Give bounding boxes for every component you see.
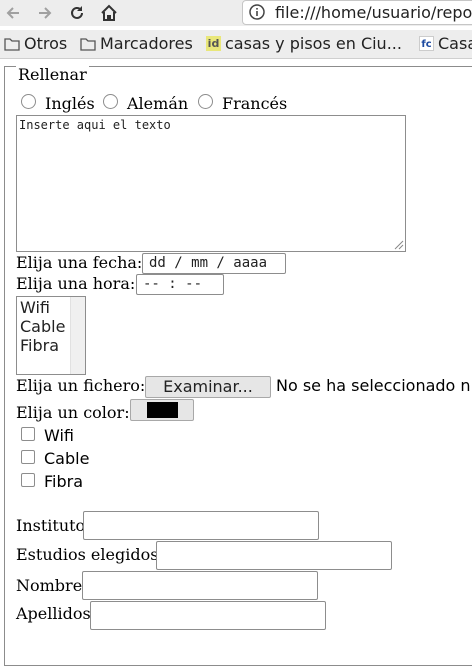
home-button[interactable]	[98, 2, 120, 24]
bookmark-casas-y-pisos[interactable]: id casas y pisos en Ciu...	[206, 34, 402, 53]
text-area-value: Inserte aqui el texto	[19, 118, 171, 132]
estudios-input[interactable]	[156, 541, 392, 570]
address-bar[interactable]: file:///home/usuario/repo	[242, 0, 472, 25]
bookmark-casa[interactable]: fc Casa	[419, 34, 472, 53]
file-status: No se ha seleccionado ni	[276, 376, 472, 395]
instituto-label: Instituto	[16, 516, 86, 535]
forward-button[interactable]	[34, 2, 56, 24]
radio-ingles[interactable]	[21, 94, 36, 109]
reload-button[interactable]	[66, 2, 88, 24]
radio-label-ingles: Inglés	[45, 94, 95, 113]
color-label: Elija un color:	[16, 403, 130, 422]
forward-arrow-icon	[39, 7, 52, 19]
connection-listbox[interactable]: Wifi Cable Fibra	[16, 296, 86, 375]
fotocasa-favicon: fc	[419, 36, 434, 51]
estudios-label: Estudios elegidos	[16, 545, 159, 564]
nombre-input[interactable]	[82, 571, 318, 600]
radio-aleman[interactable]	[103, 94, 118, 109]
radio-label-frances: Francés	[222, 94, 288, 113]
checkbox-label-cable: Cable	[44, 449, 90, 468]
color-picker[interactable]	[130, 399, 194, 421]
form-legend: Rellenar	[16, 65, 89, 84]
bookmark-marcadores[interactable]: Marcadores	[80, 34, 193, 53]
url-text: file:///home/usuario/repo	[275, 3, 472, 22]
radio-frances[interactable]	[198, 94, 213, 109]
listbox-option-wifi[interactable]: Wifi	[20, 298, 50, 317]
browser-toolbar: file:///home/usuario/repo	[0, 0, 472, 26]
time-label: Elija una hora:	[16, 274, 136, 293]
folder-icon	[4, 37, 20, 51]
file-label: Elija un fichero:	[16, 376, 146, 395]
date-input[interactable]: dd / mm / aaaa	[142, 253, 286, 274]
instituto-input[interactable]	[83, 511, 319, 540]
reload-icon	[71, 6, 83, 19]
resize-grip-icon[interactable]	[392, 238, 404, 250]
idealista-favicon: id	[206, 36, 221, 51]
folder-icon	[80, 37, 96, 51]
listbox-option-fibra[interactable]: Fibra	[20, 336, 59, 355]
back-arrow-icon	[6, 7, 19, 19]
browse-file-button[interactable]: Examinar...	[145, 376, 271, 398]
nombre-label: Nombre	[16, 576, 83, 595]
listbox-scrollbar[interactable]	[70, 297, 85, 374]
checkbox-label-wifi: Wifi	[44, 426, 74, 445]
checkbox-label-fibra: Fibra	[44, 472, 84, 491]
checkbox-wifi[interactable]	[21, 427, 35, 441]
bookmarks-bar: Otros Marcadores id casas y pisos en Ciu…	[0, 30, 472, 59]
time-input[interactable]: -- : --	[136, 274, 224, 295]
date-label: Elija una fecha:	[16, 253, 143, 272]
listbox-option-cable[interactable]: Cable	[20, 317, 65, 336]
checkbox-cable[interactable]	[21, 450, 35, 464]
color-swatch	[147, 402, 178, 418]
bookmark-otros[interactable]: Otros	[4, 34, 67, 53]
apellidos-input[interactable]	[90, 601, 326, 630]
checkbox-fibra[interactable]	[21, 473, 35, 487]
apellidos-label: Apellidos	[16, 604, 91, 623]
info-icon[interactable]	[249, 4, 265, 24]
home-icon	[101, 4, 117, 21]
back-button[interactable]	[2, 2, 24, 24]
radio-label-aleman: Alemán	[127, 94, 189, 113]
text-area[interactable]: Inserte aqui el texto	[16, 115, 406, 252]
